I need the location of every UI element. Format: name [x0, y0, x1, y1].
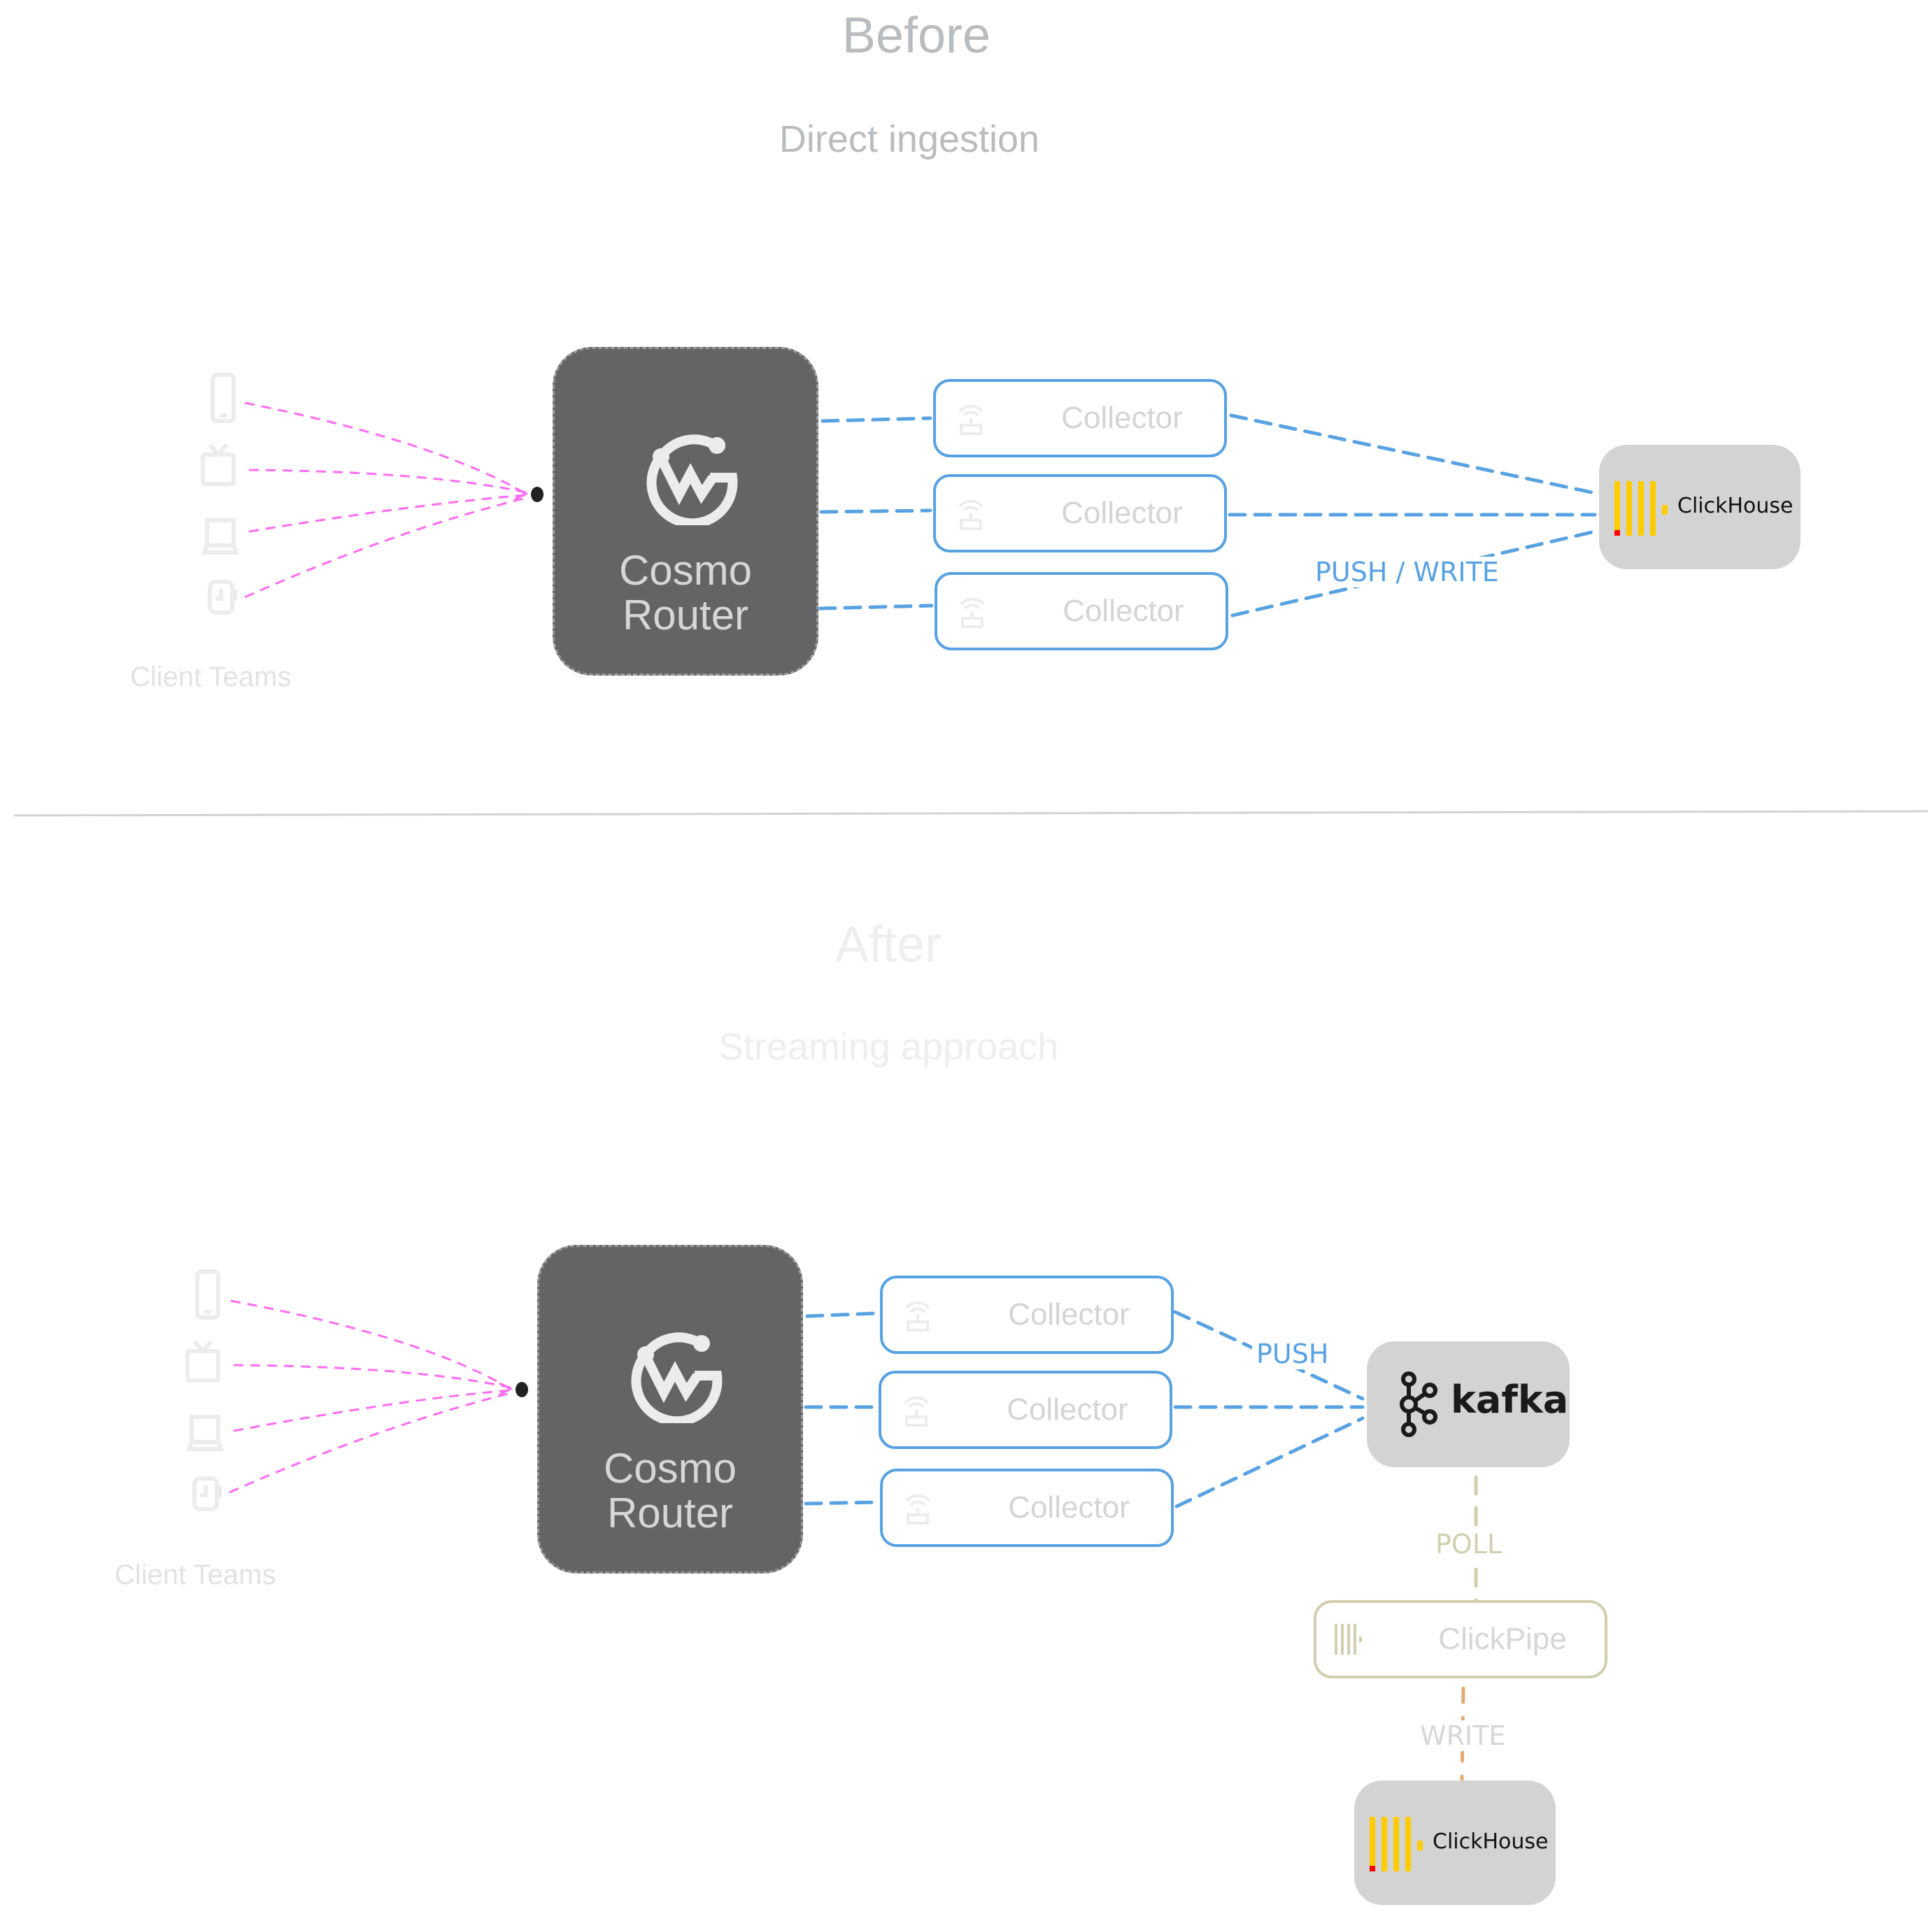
- connectors-after: [229, 1299, 1478, 1781]
- router-to-collector-3: [804, 1500, 881, 1506]
- junction-dot: [516, 1382, 528, 1397]
- client-line-phone: [230, 1299, 511, 1390]
- arrowhead-icon: [499, 1382, 513, 1396]
- write-label: WRITE: [1416, 1720, 1510, 1751]
- client-line-laptop: [233, 1389, 511, 1432]
- diagram-canvas: Before Direct ingestion Client Teams Cos…: [0, 0, 1932, 1919]
- collector-3-to-kafka: [1174, 1416, 1365, 1508]
- client-line-tv: [233, 1364, 511, 1389]
- poll-label: POLL: [1431, 1529, 1507, 1560]
- push-label: PUSH: [1252, 1339, 1333, 1369]
- router-to-collector-1: [805, 1311, 878, 1318]
